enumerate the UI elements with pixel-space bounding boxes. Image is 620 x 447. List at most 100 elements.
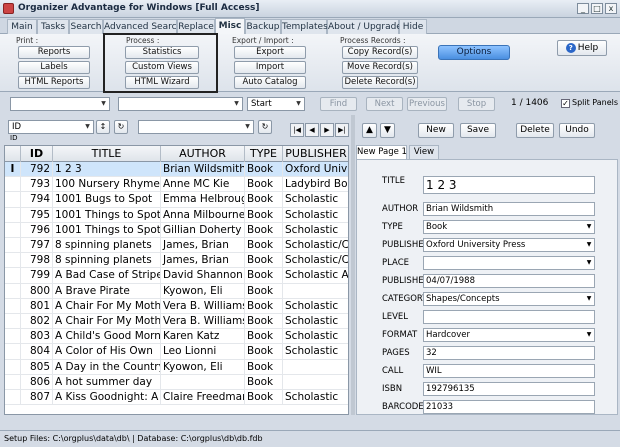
reports-button[interactable]: Reports (18, 46, 90, 59)
field-category-select[interactable]: Shapes/Concepts ▼ (423, 292, 595, 306)
options-button[interactable]: Options (438, 45, 510, 60)
stop-button[interactable]: Stop (458, 97, 495, 111)
table-row[interactable]: 793100 Nursery Rhymes (IAnne MC KieBookL… (5, 177, 348, 193)
next-record-button[interactable]: ▶ (320, 123, 334, 137)
table-row[interactable]: 805 A Day in the Country Kyowon, Eli Book (5, 359, 348, 375)
sort-field-combo[interactable]: ID ▼ (8, 120, 94, 134)
table-row[interactable]: 798 8 spinning planets James, Brian Book Sch… (5, 253, 348, 269)
delete-record-button[interactable]: Delete (516, 123, 554, 138)
cell-id: 804 (21, 344, 53, 360)
table-row[interactable]: 7941001 Bugs to SpotEmma HelbroughBookSc… (5, 192, 348, 208)
table-row[interactable]: 797 8 spinning planets James, Brian Book Sch… (5, 238, 348, 254)
tab-main[interactable]: Main (7, 19, 37, 34)
table-row[interactable]: 7951001 Things to Spot inAnna MilbourneB… (5, 207, 348, 223)
copy-records-button[interactable]: Copy Record(s) (342, 46, 418, 59)
field-isbn-input[interactable]: 192796135 (423, 382, 595, 396)
pane-splitter[interactable] (351, 115, 355, 415)
prev-record-button[interactable]: ◀ (305, 123, 319, 137)
find-button[interactable]: Find (320, 97, 357, 111)
delete-records-button[interactable]: Delete Record(s) (342, 76, 418, 89)
tab-hide[interactable]: Hide (399, 19, 427, 34)
column-header-title[interactable]: TITLE (53, 146, 161, 162)
tab-advanced-search[interactable]: Advanced Search (103, 19, 182, 34)
tab-misc[interactable]: Misc (215, 18, 245, 34)
move-records-button[interactable]: Move Record(s) (342, 61, 418, 74)
cell-id: 802 (21, 314, 53, 329)
field-author-input[interactable]: Brian Wildsmith (423, 202, 595, 216)
minimize-button[interactable]: _ (577, 3, 589, 14)
search-text-combo[interactable]: ▼ (118, 97, 243, 111)
column-header-author[interactable]: AUTHOR (161, 146, 245, 162)
column-header-publisher[interactable]: PUBLISHER (283, 146, 348, 162)
field-place-select[interactable]: ▼ (423, 256, 595, 270)
cell-publisher: Scholastic (283, 344, 348, 359)
new-record-button[interactable]: New (418, 123, 454, 138)
last-record-button[interactable]: ▶| (335, 123, 349, 137)
next-button[interactable]: Next (366, 97, 403, 111)
auto-catalog-button[interactable]: Auto Catalog (234, 76, 306, 89)
skip-last-icon: ▶| (338, 126, 346, 134)
records-grid[interactable]: ID TITLE AUTHOR TYPE PUBLISHER I 792 1 2 3… (4, 145, 349, 415)
table-row[interactable]: 804 A Color of His Own Leo Lionni Book Schol… (5, 344, 348, 360)
table-row[interactable]: 803 A Child's Good Mornin Karen Katz Book Sc… (5, 329, 348, 345)
column-header-type[interactable]: TYPE (245, 146, 283, 162)
field-value: Shapes/Concepts (426, 294, 500, 304)
field-barcode-input[interactable]: 21033 (423, 400, 595, 414)
table-row[interactable]: I 792 1 2 3 Brian Wildsmith Book Oxford Univ (5, 162, 348, 178)
move-down-button[interactable]: ▼ (380, 123, 395, 138)
previous-button[interactable]: Previous (407, 97, 447, 111)
first-record-button[interactable]: |◀ (290, 123, 304, 137)
export-import-group: Export / Import : Export Import Auto Cat… (230, 34, 310, 90)
cell-title: A Color of His Own (53, 344, 161, 360)
field-publisher-select[interactable]: Oxford University Press ▼ (423, 238, 595, 252)
close-button[interactable]: x (605, 3, 617, 14)
sort-order-button[interactable]: ↕ (96, 120, 110, 134)
field-title-input[interactable]: 1 2 3 (423, 176, 595, 194)
field-published-input[interactable]: 04/07/1988 (423, 274, 595, 288)
export-button[interactable]: Export (234, 46, 306, 59)
field-format-select[interactable]: Hardcover ▼ (423, 328, 595, 342)
undo-button[interactable]: Undo (559, 123, 595, 138)
tab-about-upgrade[interactable]: About / Upgrade (327, 19, 402, 34)
table-row[interactable]: 807 A Kiss Goodnight: A C Claire Freedman B… (5, 390, 348, 406)
field-pages-input[interactable]: 32 (423, 346, 595, 360)
html-reports-button[interactable]: HTML Reports (18, 76, 90, 89)
cell-id: 805 (21, 359, 53, 375)
table-row[interactable]: 800 A Brave Pirate Kyowon, Eli Book (5, 283, 348, 299)
cell-author: Kyowon, Eli (161, 283, 245, 299)
cell-title: A Brave Pirate (53, 283, 161, 299)
main-tab-bar: Main Tasks Search Advanced Search Replac… (0, 18, 620, 34)
field-label-isbn: ISBN (382, 384, 403, 394)
help-button[interactable]: ? Help (557, 40, 607, 56)
split-panels-checkbox[interactable]: ✓ (561, 99, 570, 108)
table-row[interactable]: 799A Bad Case of Stripes -David ShannonB… (5, 268, 348, 284)
tab-templates[interactable]: Templates (281, 19, 328, 34)
tab-replace[interactable]: Replace (177, 19, 215, 34)
filter-combo[interactable]: ▼ (138, 120, 254, 134)
table-row[interactable]: 801 A Chair For My Mother Vera B. Williams… (5, 298, 348, 314)
table-row[interactable]: 802 A Chair For My Mother Vera B. Williams… (5, 314, 348, 330)
refresh-sort-button[interactable]: ↻ (114, 120, 128, 134)
field-type-select[interactable]: Book ▼ (423, 220, 595, 234)
table-row[interactable]: 796 1001 Things to Spot o Gillian Doherty B… (5, 222, 348, 238)
field-level-input[interactable] (423, 310, 595, 324)
tab-backup[interactable]: Backup (245, 19, 281, 34)
search-field-combo[interactable]: ▼ (10, 97, 110, 111)
tab-search[interactable]: Search (69, 19, 103, 34)
move-up-button[interactable]: ▲ (362, 123, 377, 138)
field-call-input[interactable]: WIL (423, 364, 595, 378)
field-value: Oxford University Press (426, 240, 526, 250)
cell-type: Book (245, 314, 283, 329)
maximize-button[interactable]: □ (591, 3, 603, 14)
import-button[interactable]: Import (234, 61, 306, 74)
tab-view[interactable]: View (409, 145, 439, 159)
column-header-id[interactable]: ID (21, 146, 53, 162)
save-record-button[interactable]: Save (460, 123, 496, 138)
match-mode-combo[interactable]: Start ▼ (247, 97, 305, 111)
cell-author: James, Brian (161, 253, 245, 269)
tab-tasks[interactable]: Tasks (37, 19, 69, 34)
refresh-filter-button[interactable]: ↻ (258, 120, 272, 134)
table-row[interactable]: 806 A hot summer day Book (5, 374, 348, 390)
tab-new-page-1[interactable]: New Page 1 (356, 145, 407, 159)
labels-button[interactable]: Labels (18, 61, 90, 74)
